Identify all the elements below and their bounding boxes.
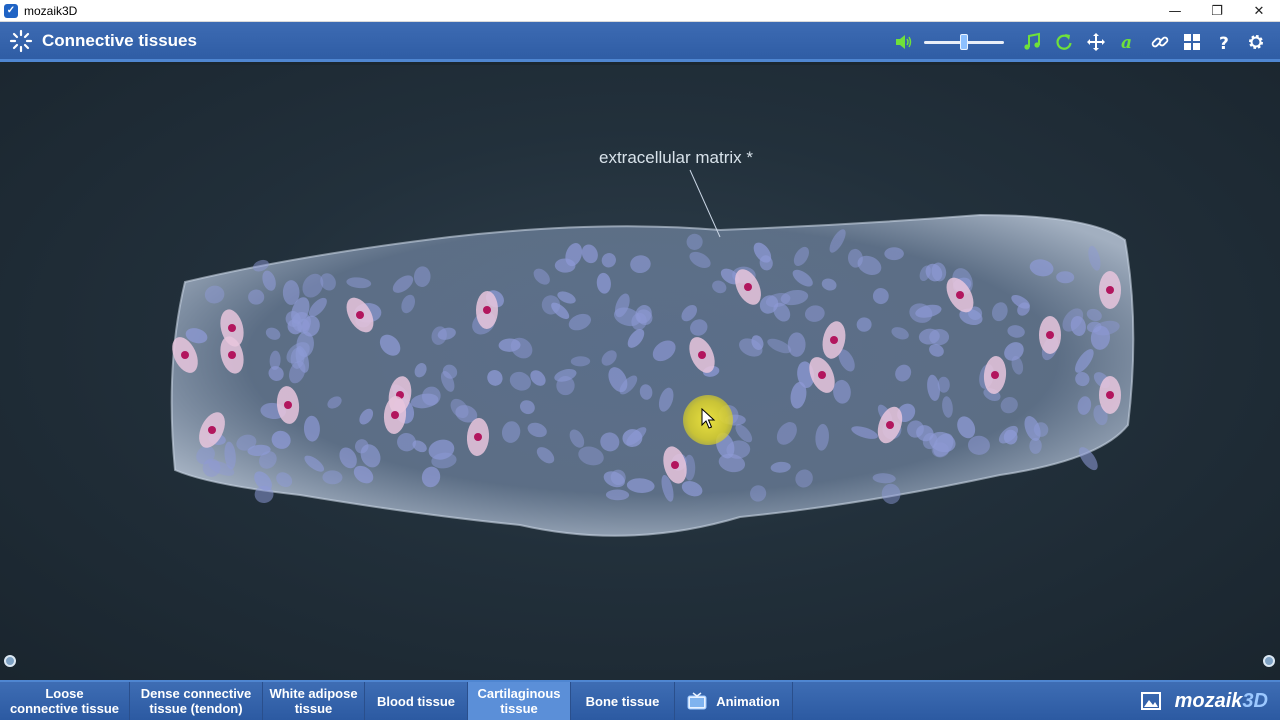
help-icon: ?: [1219, 34, 1229, 52]
tab-white-adipose-tissue[interactable]: White adipose tissue: [263, 682, 365, 720]
annotation-pointer-line: [689, 169, 721, 238]
volume-icon: [896, 35, 912, 49]
cell-nucleus: [671, 461, 679, 469]
cell-nucleus: [830, 336, 838, 344]
cell-nucleus: [1106, 286, 1114, 294]
move-icon: [1087, 33, 1105, 51]
cell-nucleus: [818, 371, 826, 379]
window-controls: — ❐ ✕: [1154, 0, 1280, 22]
music-icon: [1024, 32, 1040, 50]
tab-label-line1: Loose: [45, 686, 84, 701]
tab-dense-connective-tissue[interactable]: Dense connective tissue (tendon): [130, 682, 263, 720]
rotate-left-handle[interactable]: [4, 655, 16, 667]
tab-label-line1: Dense connective: [140, 686, 252, 701]
minimize-button[interactable]: —: [1154, 0, 1196, 22]
3d-viewport[interactable]: extracellular matrix *: [0, 65, 1280, 680]
brand-logo: mozaik3D: [1175, 690, 1268, 713]
brand-suffix: 3D: [1242, 689, 1268, 712]
music-button[interactable]: [1016, 26, 1048, 58]
tab-label-line1: Cartilaginous: [477, 686, 561, 701]
volume-button[interactable]: [888, 26, 920, 58]
app-header: Connective tissues a ?: [0, 22, 1280, 62]
restore-button[interactable]: ❐: [1196, 0, 1238, 22]
annotation-extracellular-matrix[interactable]: extracellular matrix *: [599, 148, 753, 168]
tab-loose-connective-tissue[interactable]: Loose connective tissue: [0, 682, 130, 720]
move-button[interactable]: [1080, 26, 1112, 58]
cell-nucleus: [181, 351, 189, 359]
cell-nucleus: [991, 371, 999, 379]
settings-button[interactable]: [1240, 26, 1272, 58]
brand-prefix: mozaik: [1174, 689, 1243, 712]
cell-nucleus: [228, 324, 236, 332]
cell: [884, 247, 904, 261]
cell-nucleus: [1106, 391, 1114, 399]
window-titlebar: ✓ mozaik3D — ❐ ✕: [0, 0, 1280, 22]
cell-nucleus: [356, 311, 364, 319]
tab-cartilaginous-tissue[interactable]: Cartilaginous tissue: [468, 682, 571, 720]
scene-tab-bar: Loose connective tissue Dense connective t…: [0, 680, 1280, 720]
tab-label-line2: connective tissue: [9, 701, 120, 716]
reset-button[interactable]: [1048, 26, 1080, 58]
tab-blood-tissue[interactable]: Blood tissue: [365, 682, 468, 720]
window-title: mozaik3D: [24, 3, 78, 18]
volume-thumb[interactable]: [960, 34, 968, 50]
cell-nucleus: [208, 426, 216, 434]
font-icon: a: [1121, 33, 1132, 52]
font-button[interactable]: a: [1112, 26, 1144, 58]
cell-nucleus: [228, 351, 236, 359]
cell-nucleus: [284, 401, 292, 409]
close-button[interactable]: ✕: [1238, 0, 1280, 22]
cell-nucleus: [956, 291, 964, 299]
tab-label: Bone tissue: [585, 693, 660, 709]
cell-nucleus: [744, 283, 752, 291]
menu-grid-icon: [1184, 34, 1200, 50]
help-button[interactable]: ?: [1208, 26, 1240, 58]
tab-label-line2: tissue (tendon): [149, 701, 243, 716]
cell: [556, 376, 575, 396]
image-gallery-icon[interactable]: [1140, 692, 1161, 710]
loading-spinner-icon: [9, 29, 33, 52]
cell-nucleus: [698, 351, 706, 359]
mozaik-app-icon: ✓: [4, 3, 18, 18]
tab-bone-tissue[interactable]: Bone tissue: [571, 682, 675, 720]
mouse-pointer-icon: [701, 408, 716, 429]
cell-nucleus: [483, 306, 491, 314]
toolbar: a ?: [888, 22, 1272, 62]
settings-icon: [1249, 35, 1263, 49]
reset-icon: [1056, 34, 1072, 50]
rotate-right-handle[interactable]: [1263, 655, 1275, 667]
brand: mozaik3D: [1140, 682, 1268, 720]
tab-label-line2: tissue: [500, 701, 538, 716]
tab-label: Blood tissue: [376, 693, 455, 709]
tab-label-line2: tissue: [294, 701, 333, 716]
svg-text:a: a: [1121, 33, 1132, 52]
svg-text:?: ?: [1219, 34, 1229, 52]
cell-nucleus: [886, 421, 894, 429]
page-title: Connective tissues: [42, 30, 197, 50]
menu-grid-button[interactable]: [1176, 26, 1208, 58]
link-button[interactable]: [1144, 26, 1176, 58]
tab-animation[interactable]: Animation: [675, 682, 793, 720]
cell-nucleus: [391, 411, 399, 419]
tab-label-line1: White adipose: [269, 686, 358, 701]
volume-slider[interactable]: [924, 32, 1004, 52]
tv-icon: [687, 692, 707, 710]
link-icon: [1151, 36, 1169, 48]
cell-nucleus: [1046, 331, 1054, 339]
tab-label: Animation: [716, 693, 780, 709]
cell-nucleus: [474, 433, 482, 441]
cell: [787, 332, 806, 357]
